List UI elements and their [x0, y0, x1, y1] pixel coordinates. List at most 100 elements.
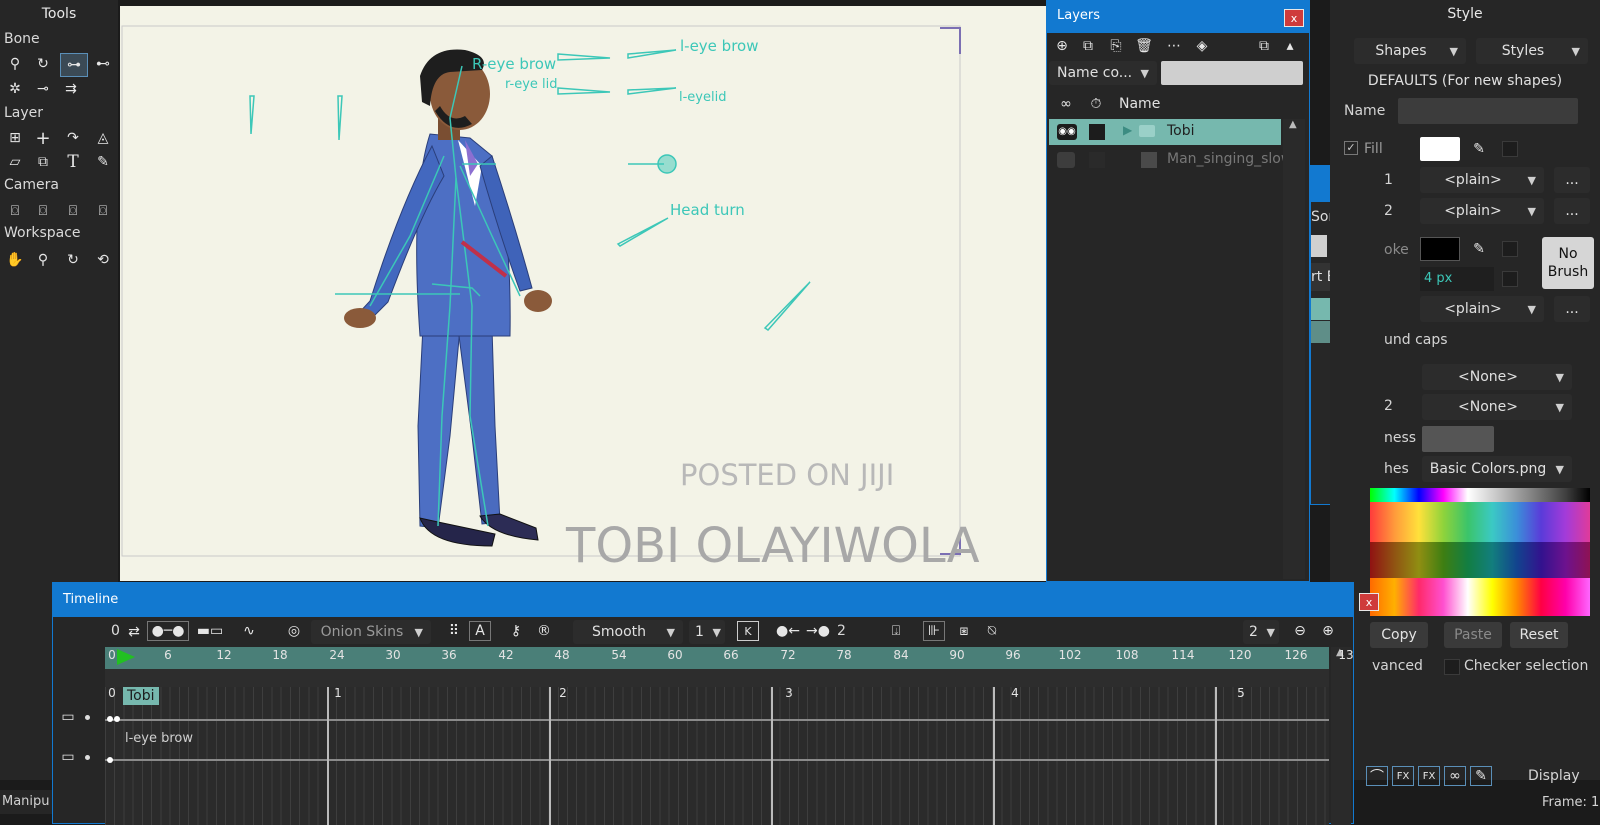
auto-key-icon[interactable]: A — [469, 621, 491, 641]
effect1-more-button[interactable]: ... — [1554, 167, 1590, 193]
brush-more-button[interactable]: ... — [1554, 296, 1590, 322]
layer-search-input[interactable] — [1161, 61, 1303, 85]
bone-key-icon-1[interactable]: ⍗ — [885, 621, 907, 641]
layers-close-button[interactable]: x — [1284, 9, 1304, 27]
effect2-dropdown[interactable]: <plain> ▼ — [1420, 198, 1544, 224]
popout-icon[interactable]: ⧉ — [1253, 36, 1275, 56]
translate-layer-icon[interactable]: + — [32, 128, 54, 149]
texture-dropdown[interactable]: <None> ▼ — [1422, 364, 1572, 390]
scale-layer-icon[interactable]: ◬ — [92, 128, 114, 148]
brush-dropdown[interactable]: <plain> ▼ — [1420, 296, 1544, 322]
interp-value-dropdown[interactable]: 1 ▼ — [689, 620, 725, 644]
bone-strength-icon[interactable]: ✲ — [4, 79, 26, 99]
key-icon[interactable]: ⚷ — [505, 621, 527, 641]
stroke-color-swatch[interactable] — [1420, 237, 1460, 261]
transform-bone-icon[interactable]: ⊶ — [60, 53, 88, 77]
keyframe-dot[interactable] — [114, 716, 120, 722]
nudge-right-icon[interactable]: →● — [803, 621, 833, 641]
expand-arrow-icon[interactable]: ▶ — [1123, 123, 1132, 137]
zoom-out-icon[interactable]: ⊖ — [1289, 621, 1311, 641]
select-all-keys-icon[interactable]: ⠿ — [443, 621, 465, 641]
record-icon[interactable]: ® — [533, 621, 555, 641]
eye-icon[interactable]: ◉◉ — [1057, 124, 1077, 140]
set-origin-icon[interactable]: ⊞ — [4, 128, 26, 148]
onion-icon[interactable]: ◎ — [283, 621, 305, 641]
track-camera-icon[interactable]: ⌼ — [4, 201, 26, 221]
display-label[interactable]: Display — [1528, 768, 1580, 784]
hand-icon[interactable]: ✋ — [4, 250, 26, 270]
manipulate-bones-icon[interactable]: ⊸ — [32, 79, 54, 99]
eyedropper-icon[interactable]: ✎ — [92, 152, 114, 172]
layer-settings-icon[interactable]: ◈ — [1191, 36, 1213, 56]
fx-icon-2[interactable]: FX — [1418, 766, 1440, 786]
brightness-slider[interactable] — [1422, 426, 1494, 452]
brush-icon[interactable]: ✎ — [1470, 766, 1492, 786]
no-brush-button[interactable]: No Brush — [1542, 237, 1594, 289]
rotate-workspace-icon[interactable]: ↻ — [62, 250, 84, 270]
fill-checkbox[interactable]: ✓ — [1344, 141, 1358, 155]
bone-key-icon-3[interactable]: ⧆ — [953, 621, 975, 641]
style-icon-1[interactable]: ⌒ — [1366, 766, 1388, 786]
swatches-dropdown[interactable]: Basic Colors.png ▼ — [1422, 456, 1572, 482]
pan-tilt-camera-icon[interactable]: ⌼ — [92, 201, 114, 221]
frame-ruler[interactable] — [105, 647, 1329, 669]
texture2-dropdown[interactable]: <None> ▼ — [1422, 394, 1572, 420]
duplicate-layer-icon[interactable]: ⧉ — [1077, 36, 1099, 56]
keyframe-k-icon[interactable]: K — [737, 621, 759, 641]
flip-layer-icon[interactable]: ⧉ — [32, 152, 54, 172]
text-icon[interactable]: T — [62, 152, 84, 172]
width-enable-checkbox[interactable] — [1502, 271, 1518, 287]
eye-icon[interactable] — [1057, 152, 1075, 168]
nudge-left-icon[interactable]: ●← — [773, 621, 803, 641]
link-icon[interactable]: ∞ — [1444, 766, 1466, 786]
curve-mode-icon[interactable]: ∿ — [231, 621, 267, 641]
layers-scrollbar[interactable]: ▲ — [1283, 119, 1305, 579]
delete-layer-icon[interactable]: 🗑 — [1133, 36, 1155, 56]
checker-selection-checkbox[interactable] — [1444, 659, 1460, 675]
rotate-layer-icon[interactable]: ↷ — [62, 128, 84, 148]
copy-layer-icon[interactable]: ⎘ — [1105, 36, 1127, 56]
style-name-input[interactable] — [1398, 98, 1578, 124]
add-bone-icon[interactable]: ↻ — [32, 54, 54, 74]
paste-button[interactable]: Paste — [1444, 622, 1502, 648]
effect2-more-button[interactable]: ... — [1554, 198, 1590, 224]
shear-layer-icon[interactable]: ▱ — [4, 152, 26, 172]
track-layer-label[interactable]: Tobi — [123, 687, 159, 705]
layer-row[interactable]: ◉◉ ▶ Tobi — [1049, 119, 1281, 145]
interpolation-dropdown[interactable]: Smooth ▼ — [573, 620, 683, 644]
zoom-in-icon[interactable]: ⊕ — [1317, 621, 1339, 641]
zoom-dropdown[interactable]: 2 ▼ — [1243, 620, 1279, 644]
loop-icon[interactable]: ⇄ — [123, 622, 145, 642]
timeline-scrollbar[interactable]: ▲ — [1331, 647, 1351, 825]
color-swatch-palette[interactable] — [1370, 488, 1590, 616]
onion-skins-dropdown[interactable]: Onion Skins ▼ — [311, 620, 431, 644]
fill-color-swatch[interactable] — [1420, 137, 1460, 161]
scroll-up-icon[interactable]: ▲ — [1289, 119, 1297, 130]
current-frame-value[interactable]: 0 — [111, 623, 120, 639]
timeline-close-button[interactable]: x — [1359, 593, 1379, 611]
magnify-icon[interactable]: ⚲ — [32, 250, 54, 270]
styles-dropdown[interactable]: Styles ▼ — [1476, 38, 1588, 64]
effect1-dropdown[interactable]: <plain> ▼ — [1420, 167, 1544, 193]
shapes-dropdown[interactable]: Shapes ▼ — [1354, 38, 1466, 64]
collapse-icon[interactable]: ▴ — [1279, 36, 1301, 56]
canvas-area[interactable]: R-eye brow r-eye lid l-eye brow l-eyelid… — [120, 6, 1046, 581]
orbit-icon[interactable]: ⟲ — [92, 250, 114, 270]
line-width-input[interactable]: 4 px — [1420, 267, 1494, 291]
keyframe-dot[interactable] — [107, 716, 113, 722]
layer-filter-dropdown[interactable]: Name co... ▼ — [1049, 61, 1157, 85]
fill-enable-checkbox[interactable] — [1502, 141, 1518, 157]
stroke-enable-checkbox[interactable] — [1502, 241, 1518, 257]
sort-input[interactable] — [1311, 235, 1327, 257]
zoom-camera-icon[interactable]: ⌼ — [32, 201, 54, 221]
keyframe-dot[interactable] — [107, 757, 113, 763]
fx-icon-1[interactable]: FX — [1392, 766, 1414, 786]
reparent-bone-icon[interactable]: ⊷ — [92, 54, 114, 74]
reset-button[interactable]: Reset — [1510, 622, 1568, 648]
roll-camera-icon[interactable]: ⌼ — [62, 201, 84, 221]
bone-key-icon-4[interactable]: ⍉ — [981, 621, 1003, 641]
bar-mode-icon[interactable]: ▬▭ — [193, 621, 227, 641]
new-layer-icon[interactable]: ⊕ — [1051, 36, 1073, 56]
copy-button[interactable]: Copy — [1370, 622, 1428, 648]
playhead-marker[interactable] — [117, 649, 135, 665]
